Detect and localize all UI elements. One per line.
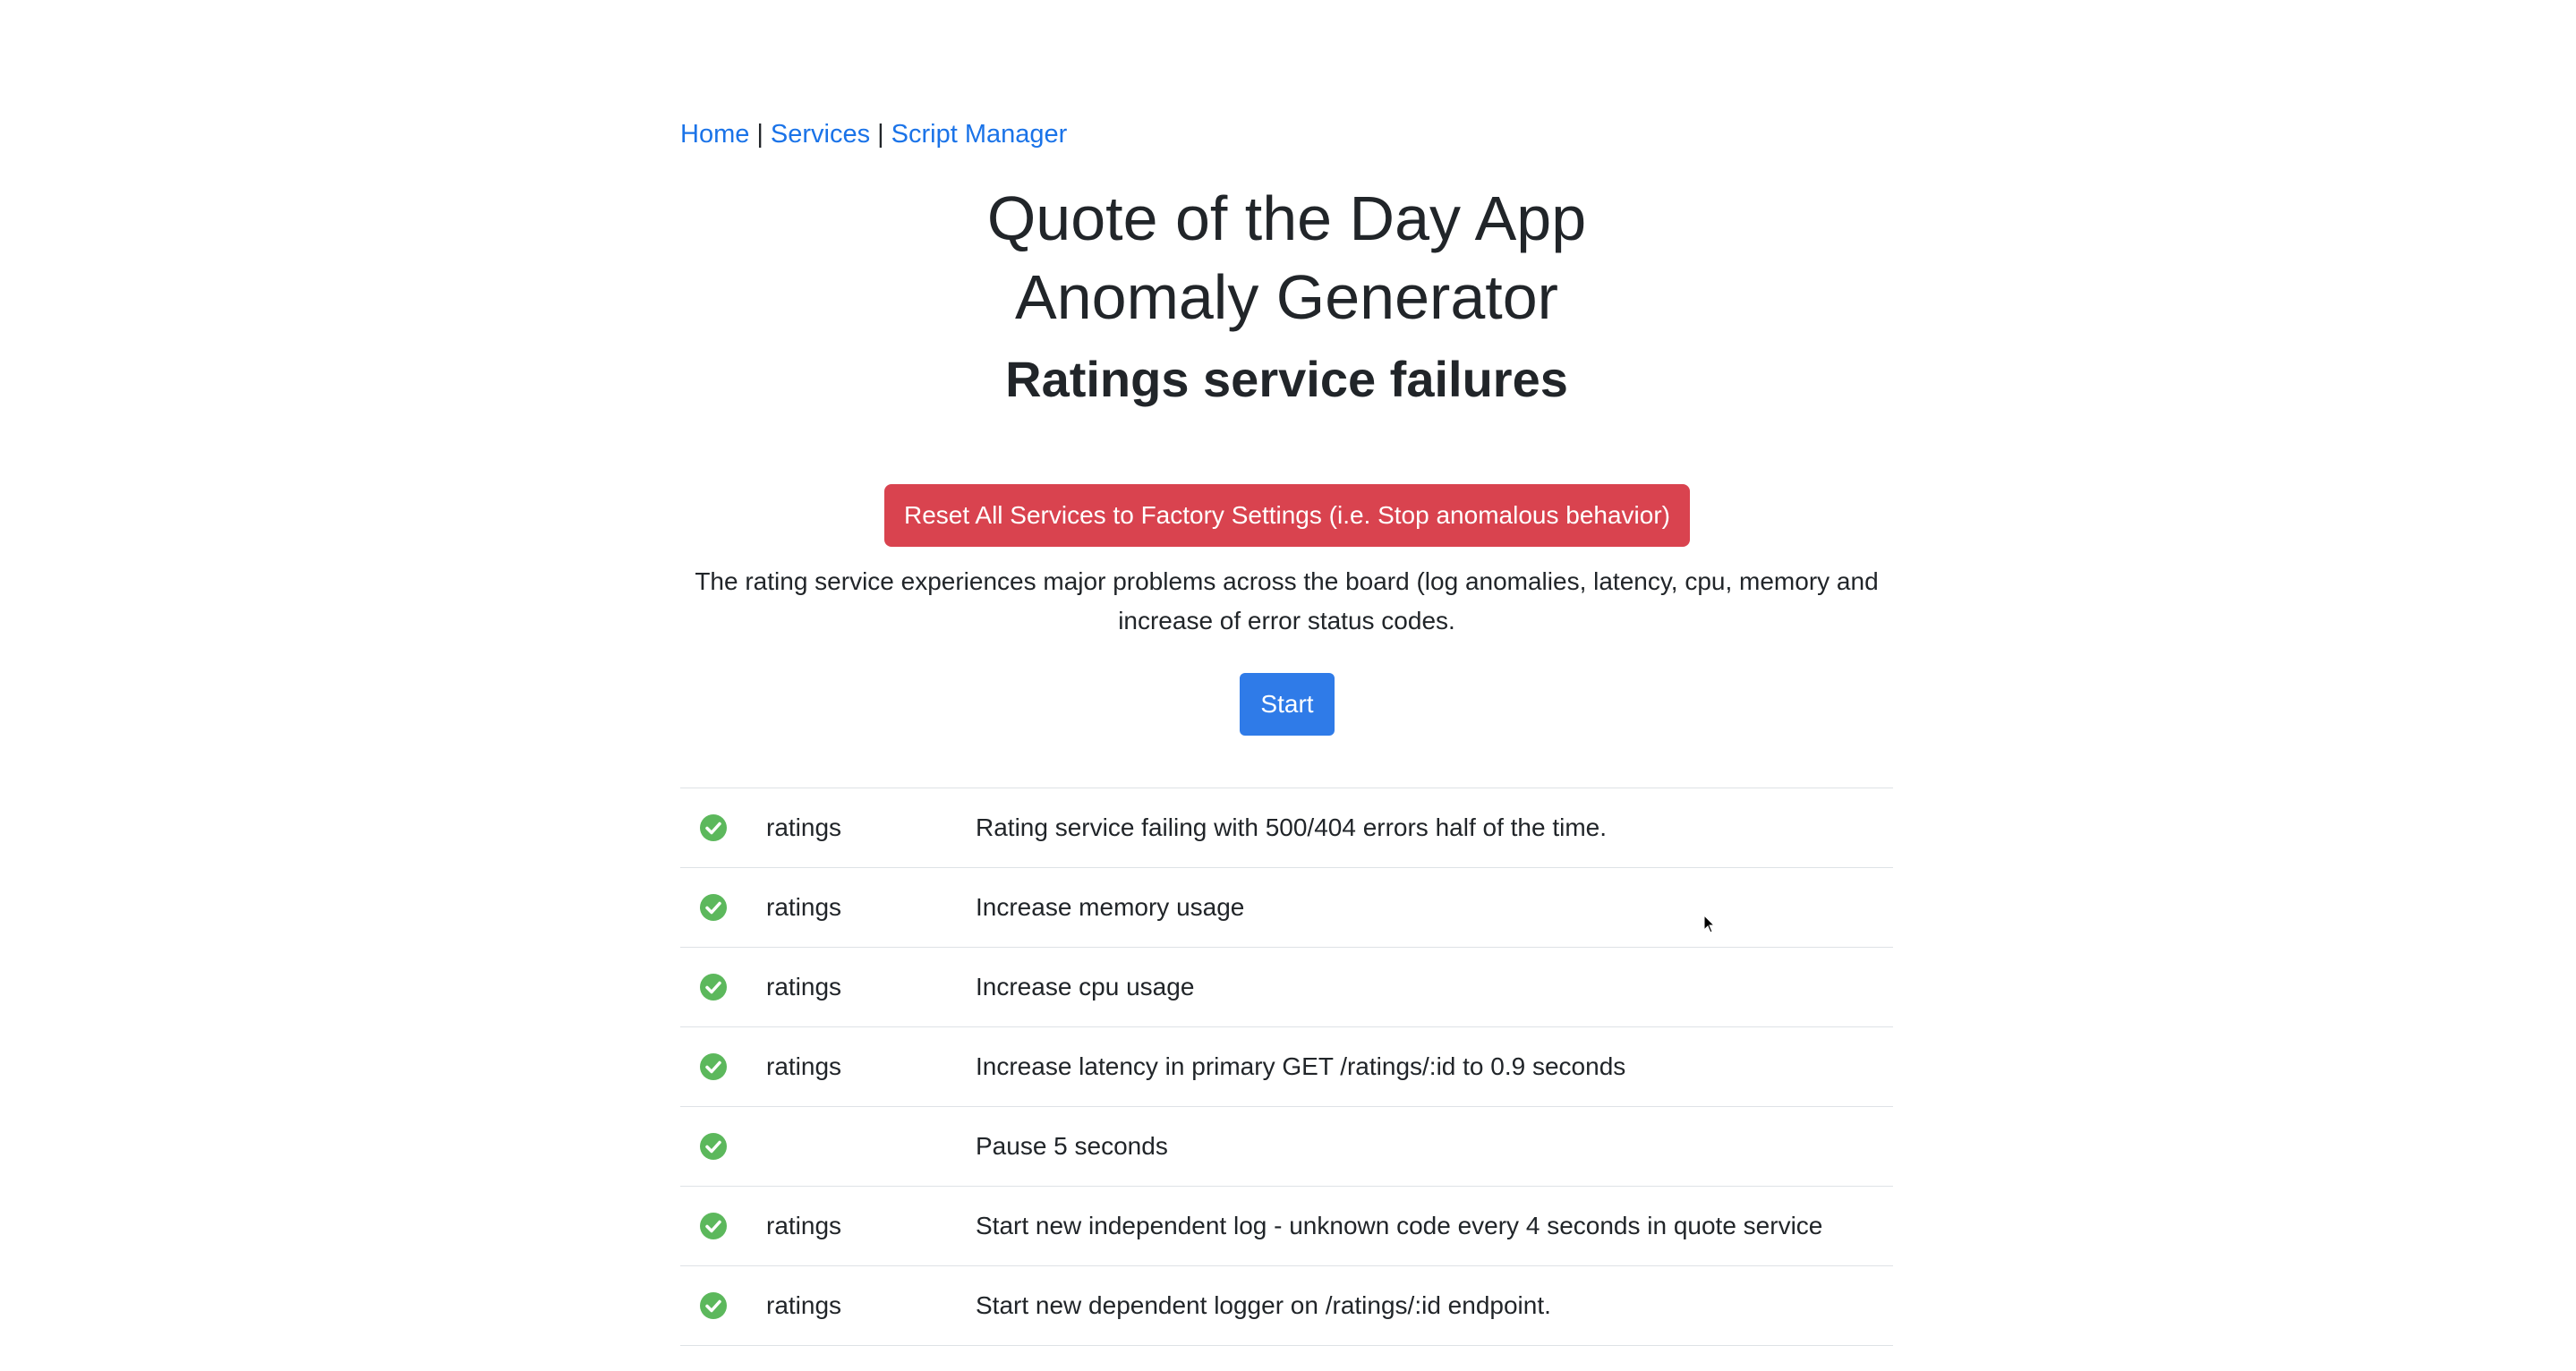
step-service: ratings	[766, 973, 842, 1001]
check-circle-icon	[700, 814, 727, 841]
check-circle-icon	[700, 1053, 727, 1080]
step-description: Start new independent log - unknown code…	[976, 1212, 1823, 1239]
nav-services-link[interactable]: Services	[771, 120, 870, 149]
step-service: ratings	[766, 893, 842, 921]
check-circle-icon	[700, 894, 727, 921]
reset-all-services-button[interactable]: Reset All Services to Factory Settings (…	[884, 484, 1690, 547]
page-title-line-2: Anomaly Generator	[1015, 262, 1558, 332]
page-title: Quote of the Day App Anomaly Generator	[680, 179, 1893, 336]
mouse-cursor-icon	[1703, 915, 1716, 933]
step-description: Start new dependent logger on /ratings/:…	[976, 1291, 1551, 1319]
step-description: Increase latency in primary GET /ratings…	[976, 1052, 1626, 1080]
nav-separator: |	[877, 120, 884, 149]
step-row: ratings Increase cpu usage	[680, 948, 1893, 1027]
step-description: Increase cpu usage	[976, 973, 1195, 1001]
breadcrumb-nav: Home | Services | Script Manager	[680, 115, 1067, 154]
step-row: ratings Start new independent log - unkno…	[680, 1187, 1893, 1266]
step-service: ratings	[766, 813, 842, 841]
step-description: Increase memory usage	[976, 893, 1245, 921]
page-title-line-1: Quote of the Day App	[986, 183, 1587, 253]
step-row: ratings Rating service failing with 500/4…	[680, 788, 1893, 868]
scenario-description: The rating service experiences major pro…	[695, 567, 1879, 634]
check-circle-icon	[700, 1213, 727, 1239]
nav-script-manager-link[interactable]: Script Manager	[891, 120, 1068, 149]
step-row: ratings Increase latency in primary GET /…	[680, 1027, 1893, 1107]
step-row: ratings Increase memory usage	[680, 868, 1893, 948]
check-circle-icon	[700, 1292, 727, 1319]
step-description: Rating service failing with 500/404 erro…	[976, 813, 1608, 841]
page-subtitle: Ratings service failures	[1005, 351, 1568, 407]
start-button[interactable]: Start	[1240, 673, 1335, 736]
step-row: Pause 5 seconds	[680, 1107, 1893, 1187]
step-service: ratings	[766, 1212, 842, 1239]
step-row: ratings Start new dependent logger on /ra…	[680, 1266, 1893, 1346]
step-description: Pause 5 seconds	[976, 1132, 1168, 1160]
check-circle-icon	[700, 974, 727, 1001]
steps-table: ratings Rating service failing with 500/4…	[680, 788, 1893, 1346]
nav-separator: |	[756, 120, 763, 149]
check-circle-icon	[700, 1133, 727, 1160]
nav-home-link[interactable]: Home	[680, 120, 749, 149]
step-service: ratings	[766, 1052, 842, 1080]
step-service: ratings	[766, 1291, 842, 1319]
